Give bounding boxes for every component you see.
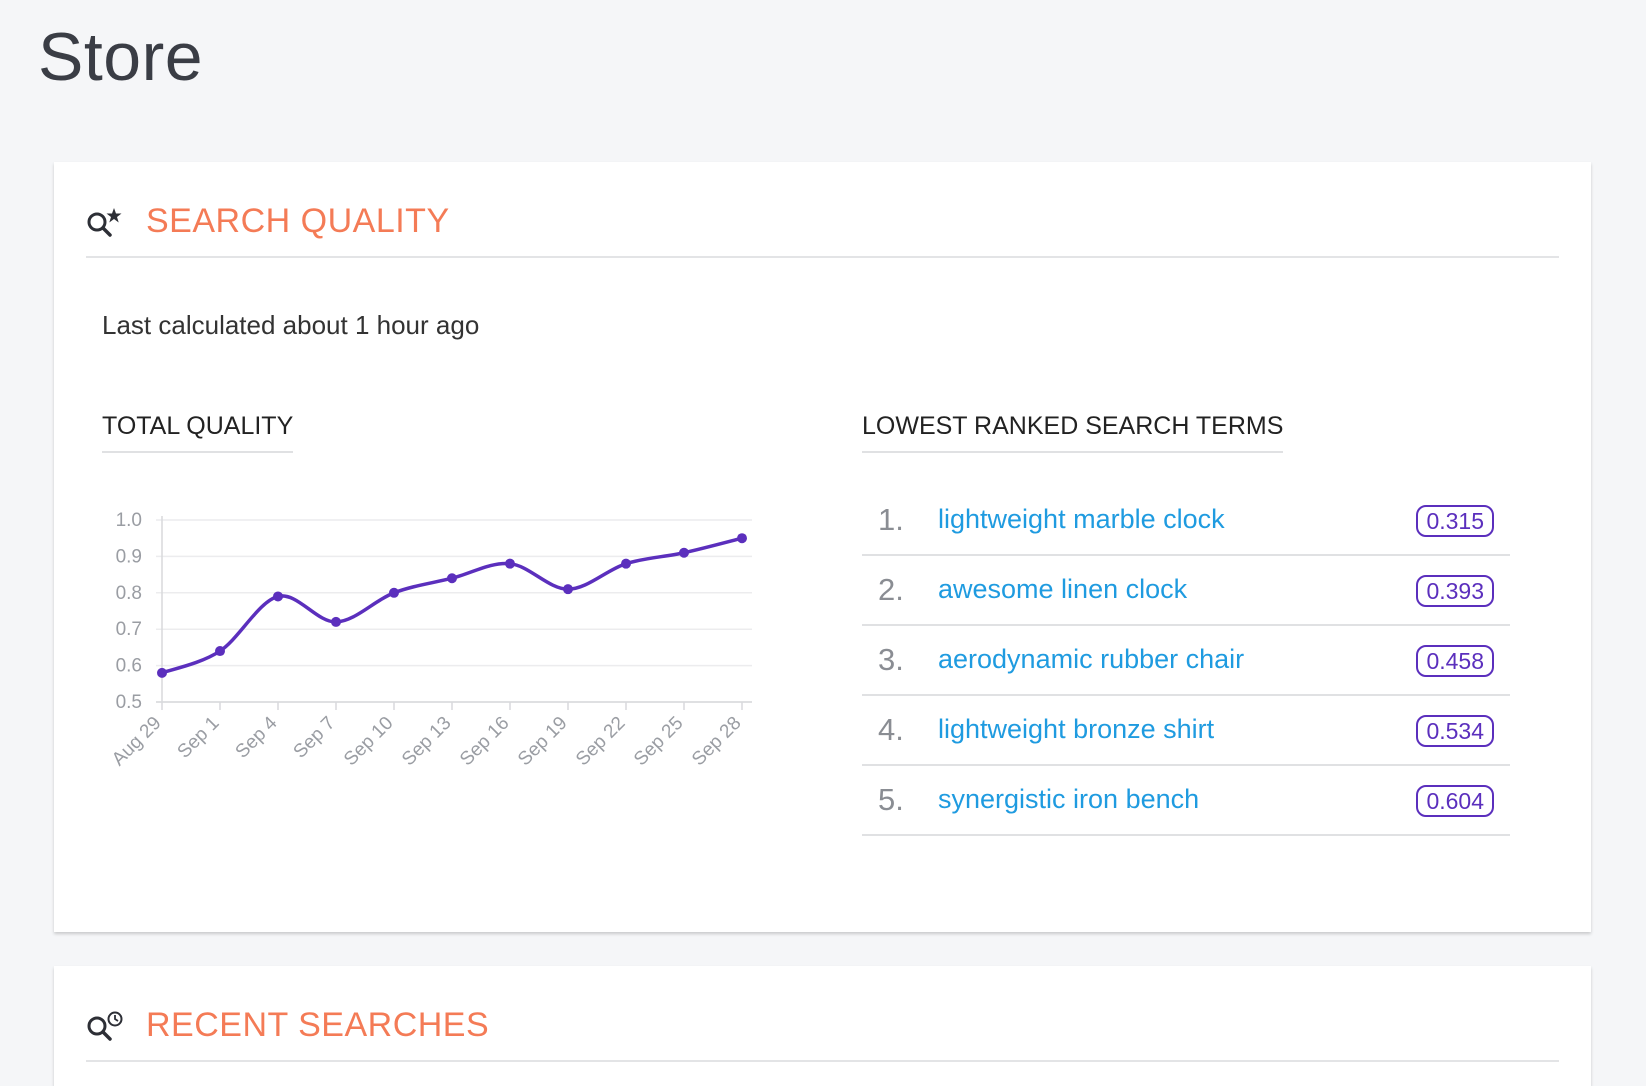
y-tick-label: 1.0 bbox=[116, 510, 142, 531]
data-point bbox=[621, 558, 631, 569]
term-score-badge: 0.604 bbox=[1416, 785, 1494, 817]
x-tick-label: Sep 28 bbox=[688, 713, 745, 770]
term-score-badge: 0.458 bbox=[1416, 645, 1494, 677]
x-tick-label: Sep 22 bbox=[572, 713, 629, 770]
data-point bbox=[331, 616, 341, 627]
term-rank: 1. bbox=[878, 502, 904, 537]
term-score-badge: 0.534 bbox=[1416, 715, 1494, 747]
page-title: Store bbox=[38, 19, 204, 95]
term-link[interactable]: lightweight marble clock bbox=[938, 504, 1225, 535]
total-quality-chart-svg: 1.00.90.80.70.60.5Aug 29 Sep 1 Sep 4 Sep 7S… bbox=[108, 510, 752, 770]
term-row: 3. aerodynamic rubber chair 0.458 bbox=[862, 626, 1510, 696]
data-point bbox=[679, 547, 689, 558]
x-tick-label: Sep 19 bbox=[514, 713, 571, 770]
data-point bbox=[447, 573, 457, 584]
term-link[interactable]: synergistic iron bench bbox=[938, 784, 1199, 815]
term-row: 4. lightweight bronze shirt 0.534 bbox=[862, 696, 1510, 766]
term-rank: 3. bbox=[878, 642, 904, 677]
term-row: 5. synergistic iron bench 0.604 bbox=[862, 766, 1510, 836]
search-clock-icon bbox=[86, 1010, 126, 1044]
data-point bbox=[505, 558, 515, 569]
x-tick-label: Sep 25 bbox=[630, 713, 687, 770]
x-tick-label: Sep 10 bbox=[340, 713, 397, 770]
total-quality-chart: 1.0 0.9 0.8 0.7 0.6 0.5 Aug 29 Sep 1 Sep 4 Sep 7S… bbox=[102, 492, 802, 792]
x-tick-label: Sep 7 bbox=[290, 713, 340, 763]
y-tick-label: 0.5 bbox=[116, 692, 142, 713]
search-quality-card: SEARCH QUALITY Last calculated about 1 h… bbox=[54, 162, 1591, 932]
term-score-badge: 0.393 bbox=[1416, 575, 1494, 607]
x-tick-label: Sep 1 bbox=[174, 713, 224, 763]
data-point bbox=[389, 587, 399, 598]
data-point bbox=[157, 667, 167, 678]
data-point bbox=[563, 584, 573, 595]
recent-searches-title: RECENT SEARCHES bbox=[146, 1006, 490, 1044]
search-quality-title: SEARCH QUALITY bbox=[146, 202, 450, 240]
data-point bbox=[215, 646, 225, 657]
y-tick-label: 0.7 bbox=[116, 619, 142, 640]
y-tick-label: 0.9 bbox=[116, 546, 142, 567]
recent-searches-card: RECENT SEARCHES bbox=[54, 966, 1591, 1086]
y-tick-label: 0.6 bbox=[116, 656, 142, 677]
x-tick-label: Aug 29 bbox=[108, 713, 165, 770]
x-tick-label: Sep 16 bbox=[456, 713, 513, 770]
recent-searches-header: RECENT SEARCHES bbox=[86, 1002, 1559, 1062]
term-score-badge: 0.315 bbox=[1416, 505, 1494, 537]
data-point bbox=[737, 533, 747, 544]
x-tick-label: Sep 13 bbox=[398, 713, 455, 770]
term-row: 2. awesome linen clock 0.393 bbox=[862, 556, 1510, 626]
term-row: 1. lightweight marble clock 0.315 bbox=[862, 486, 1510, 556]
lowest-terms-label: LOWEST RANKED SEARCH TERMS bbox=[862, 412, 1284, 453]
x-tick-label: Sep 4 bbox=[232, 712, 282, 762]
quality-series-line bbox=[161, 536, 743, 675]
data-point bbox=[273, 591, 283, 602]
term-link[interactable]: lightweight bronze shirt bbox=[938, 714, 1214, 745]
total-quality-label: TOTAL QUALITY bbox=[102, 412, 294, 453]
term-rank: 5. bbox=[878, 782, 904, 817]
lowest-terms-list: 1. lightweight marble clock 0.315 2. awe… bbox=[862, 486, 1510, 836]
y-tick-label: 0.8 bbox=[116, 583, 142, 604]
term-link[interactable]: awesome linen clock bbox=[938, 574, 1187, 605]
term-rank: 4. bbox=[878, 712, 904, 747]
last-calculated-text: Last calculated about 1 hour ago bbox=[102, 310, 480, 340]
term-rank: 2. bbox=[878, 572, 904, 607]
term-link[interactable]: aerodynamic rubber chair bbox=[938, 644, 1244, 675]
search-quality-header: SEARCH QUALITY bbox=[86, 198, 1559, 258]
search-star-icon bbox=[86, 206, 126, 240]
